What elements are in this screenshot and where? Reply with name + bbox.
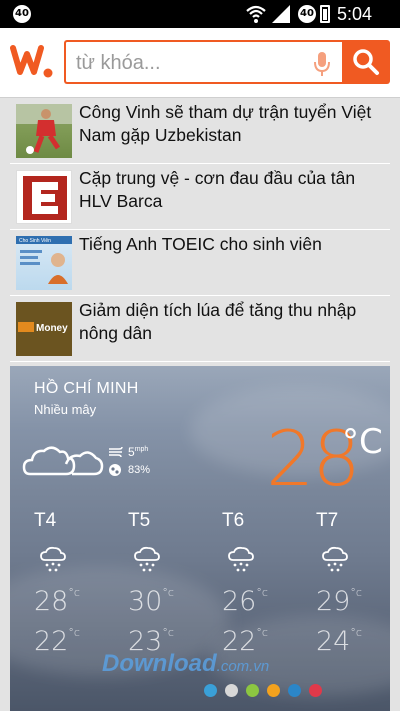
search-input[interactable] <box>76 50 296 76</box>
wind-speed: 5mph <box>128 445 148 459</box>
cloudy-icon <box>22 446 104 476</box>
thumb-caption: Money <box>36 323 68 334</box>
watermark-logo: Download.com.vn <box>102 650 270 677</box>
page-dot[interactable] <box>246 684 259 697</box>
page-dot[interactable] <box>288 684 301 697</box>
news-title: Công Vinh sẽ tham dự trận tuyển Việt Nam… <box>79 102 372 145</box>
forecast-day-label: T5 <box>128 510 151 531</box>
battery-icon <box>320 5 330 23</box>
wind-speed-value: 5 <box>128 445 135 459</box>
forecast-low: 24°c <box>316 626 362 657</box>
rain-cloud-icon <box>322 546 348 572</box>
forecast-day-label: T7 <box>316 510 339 531</box>
forecast-day: T4 28°c 22°c <box>34 510 94 657</box>
news-item[interactable]: Cho Sinh Viên Tiếng Anh TOEIC cho sinh v… <box>10 230 390 296</box>
notification-badge: 40 <box>13 5 31 23</box>
rain-cloud-icon <box>228 546 254 572</box>
page-dot[interactable] <box>204 684 217 697</box>
letter-e-logo <box>16 170 72 224</box>
forecast-high: 29°c <box>316 586 362 617</box>
temperature-unit: °C <box>342 422 383 462</box>
data-badge: 40 <box>298 5 316 23</box>
news-title: Cặp trung vệ - cơn đau đầu của tân HLV B… <box>79 168 356 211</box>
humidity-icon <box>109 464 121 476</box>
forecast-day: T5 30°c 23°c <box>128 510 188 657</box>
microphone-icon[interactable] <box>312 50 332 78</box>
news-item[interactable]: Cặp trung vệ - cơn đau đầu của tân HLV B… <box>10 164 390 230</box>
forecast-high: 26°c <box>222 586 268 617</box>
news-item[interactable]: Công Vinh sẽ tham dự trận tuyển Việt Nam… <box>10 98 390 164</box>
search-box <box>64 40 342 84</box>
signal-icon <box>272 5 290 23</box>
news-title: Giảm diện tích lúa để tăng thu nhập nông… <box>79 300 357 343</box>
app-logo-icon[interactable] <box>10 42 56 82</box>
forecast-day: T6 26°c 22°c <box>222 510 282 657</box>
wifi-icon <box>246 5 266 23</box>
page-dot[interactable] <box>225 684 238 697</box>
search-icon <box>353 49 379 75</box>
forecast-low: 22°c <box>34 626 80 657</box>
page-dot[interactable] <box>267 684 280 697</box>
weather-widget[interactable]: HỒ CHÍ MINH Nhiều mây 5mph 83% 28 °C T4 … <box>10 366 390 711</box>
wind-unit: mph <box>134 446 149 453</box>
status-bar: 40 40 5:04 PM <box>0 0 400 45</box>
rain-cloud-icon <box>40 546 66 572</box>
humidity-value: 83% <box>128 464 151 476</box>
wind-icon <box>109 446 123 458</box>
news-title: Tiếng Anh TOEIC cho sinh viên <box>79 234 322 254</box>
thumb-caption: Cho Sinh Viên <box>19 238 51 244</box>
forecast-day-label: T4 <box>34 510 57 531</box>
money-logo: Money <box>16 302 72 356</box>
weather-city: HỒ CHÍ MINH <box>34 380 139 397</box>
forecast-day-label: T6 <box>222 510 245 531</box>
news-list: Công Vinh sẽ tham dự trận tuyển Việt Nam… <box>10 98 390 362</box>
forecast-day: T7 29°c 24°c <box>316 510 376 657</box>
forecast-high: 28°c <box>34 586 80 617</box>
rain-cloud-icon <box>134 546 160 572</box>
toeic-book-cover: Cho Sinh Viên <box>16 236 72 290</box>
football-player-photo <box>16 104 72 158</box>
search-header <box>0 28 400 98</box>
weather-condition: Nhiều mây <box>34 402 97 417</box>
page-dot[interactable] <box>309 684 322 697</box>
news-item[interactable]: Money Giảm diện tích lúa để tăng thu nhậ… <box>10 296 390 362</box>
forecast-high: 30°c <box>128 586 174 617</box>
search-button[interactable] <box>342 40 390 84</box>
